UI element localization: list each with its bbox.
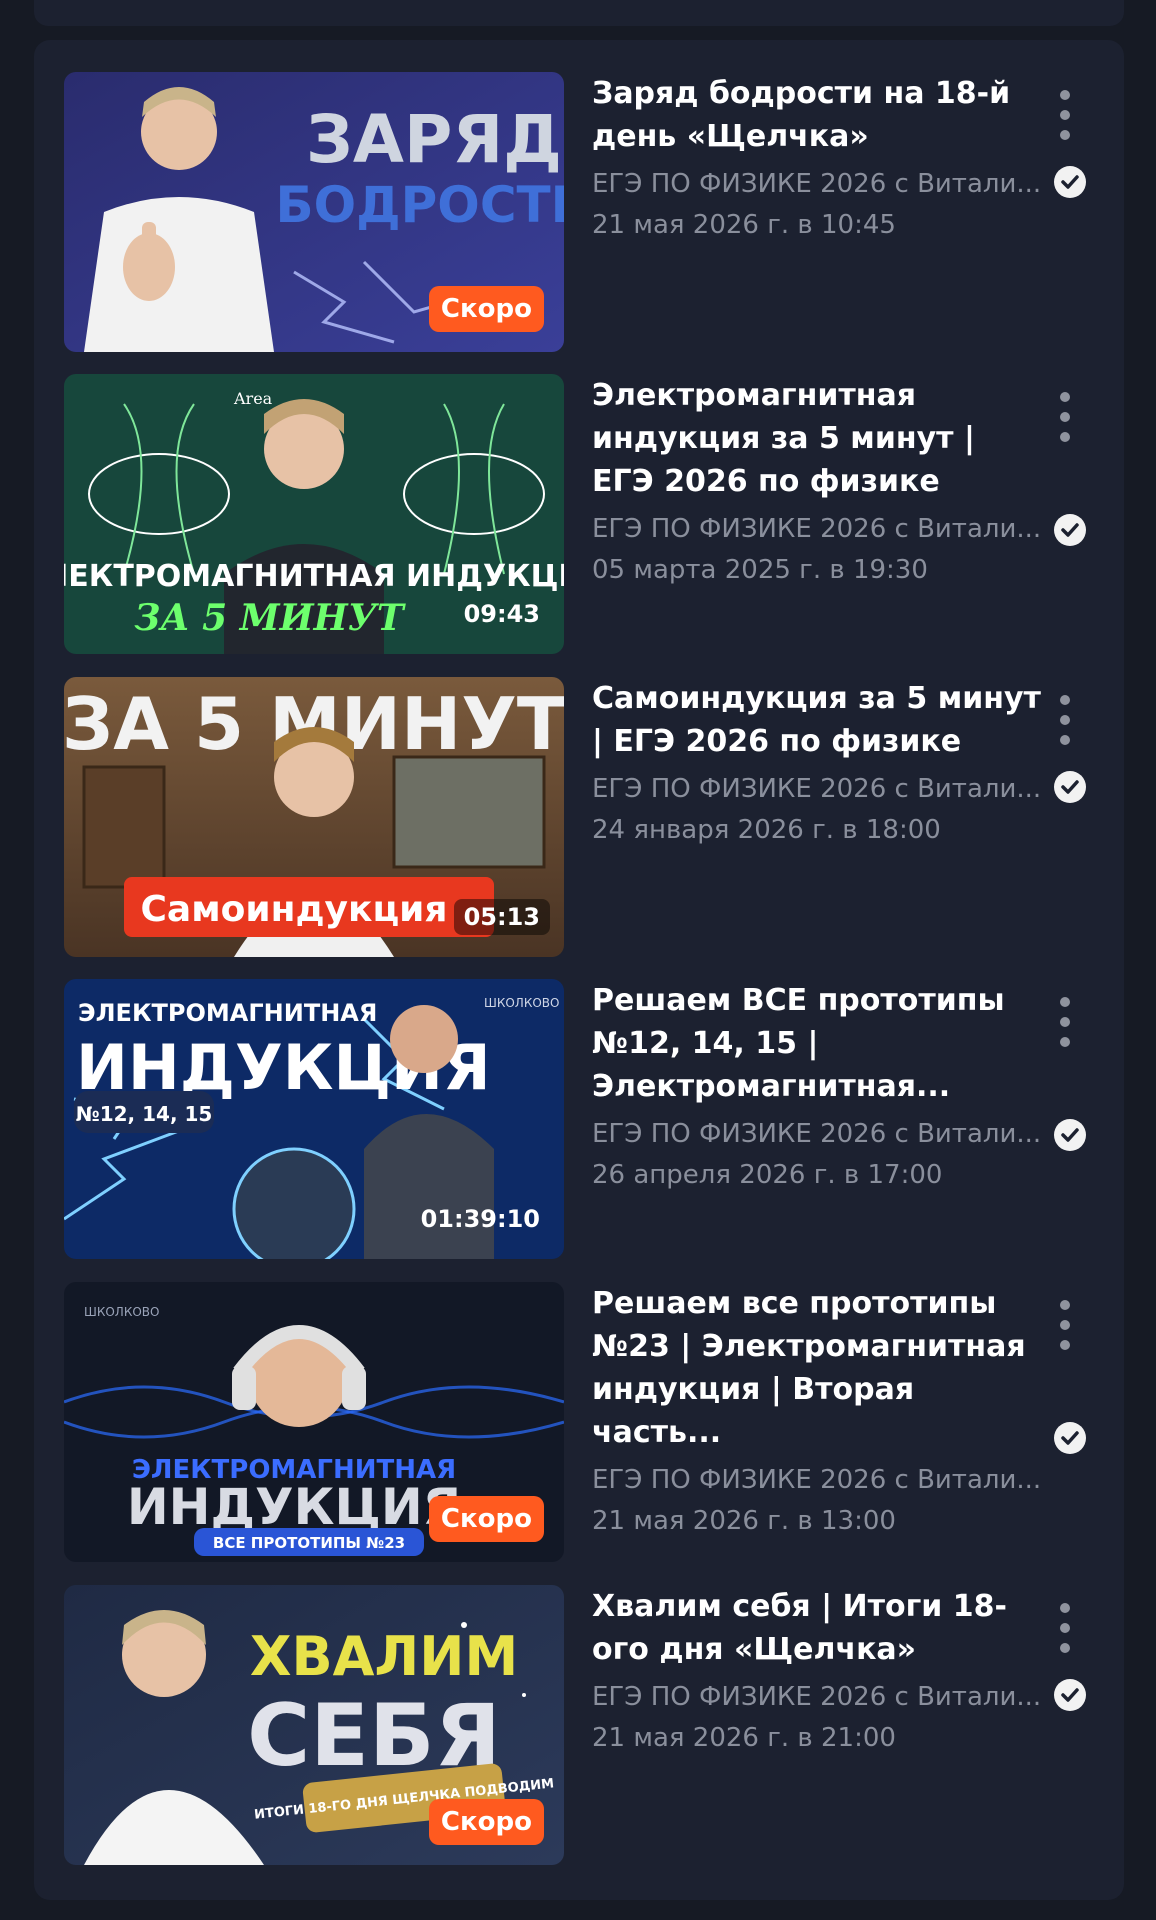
channel-name[interactable]: ЕГЭ ПО ФИЗИКЕ 2026 с Витали... [592,509,1042,549]
video-title[interactable]: Решаем все прототипы №23 | Электромагнит… [592,1282,1042,1454]
thumbnail-text: ЗА 5 МИНУТ [134,597,405,639]
status-badge: Скоро [428,286,544,332]
video-thumbnail[interactable]: Area ЭЛЕКТРОМАГНИТНАЯ ИНДУКЦИЯ ЗА 5 МИНУ… [64,374,564,654]
video-title[interactable]: Электромагнитная индукция за 5 минут | Е… [592,374,1042,503]
duration-badge: 01:39:10 [420,1205,540,1233]
publish-date: 24 января 2026 г. в 18:00 [592,815,941,845]
thumbnail-text: ЭЛЕКТРОМАГНИТНАЯ ИНДУКЦИЯ [64,559,564,594]
more-options-icon[interactable] [1052,1300,1078,1350]
channel-name[interactable]: ЕГЭ ПО ФИЗИКЕ 2026 с Витали... [592,1460,1042,1500]
video-item-2[interactable]: Area ЭЛЕКТРОМАГНИТНАЯ ИНДУКЦИЯ ЗА 5 МИНУ… [64,374,1124,654]
channel-name[interactable]: ЕГЭ ПО ФИЗИКЕ 2026 с Витали... [592,769,1042,809]
more-options-icon[interactable] [1052,695,1078,745]
video-item-4[interactable]: ЭЛЕКТРОМАГНИТНАЯ ИНДУКЦИЯ №12, 14, 15 ШК… [64,979,1124,1259]
publish-date: 21 мая 2026 г. в 10:45 [592,210,896,240]
verified-check-icon [1054,1119,1086,1151]
more-options-icon[interactable] [1052,90,1078,140]
duration-badge: 09:43 [463,600,540,628]
publish-date: 26 апреля 2026 г. в 17:00 [592,1160,943,1190]
channel-name[interactable]: ЕГЭ ПО ФИЗИКЕ 2026 с Витали... [592,1677,1042,1717]
video-thumbnail[interactable]: ХВАЛИМ СЕБЯ ИТОГИ 18-ГО ДНЯ ЩЕЛЧКА ПОДВО… [64,1585,564,1865]
video-meta: Самоиндукция за 5 минут | ЕГЭ 2026 по фи… [592,677,1042,851]
verified-check-icon [1054,1422,1086,1454]
thumbnail-text: ХВАЛИМ [250,1625,518,1688]
thumbnail-text: Самоиндукция [141,889,448,930]
channel-name[interactable]: ЕГЭ ПО ФИЗИКЕ 2026 с Витали... [592,1114,1042,1154]
thumbnail-text: ИНДУКЦИЯ [127,1478,461,1536]
video-meta: Хвалим себя | Итоги 18-ого дня «Щелчка» … [592,1585,1042,1759]
video-title[interactable]: Хвалим себя | Итоги 18-ого дня «Щелчка» [592,1585,1042,1671]
video-meta: Электромагнитная индукция за 5 минут | Е… [592,374,1042,591]
video-thumbnail[interactable]: ЭЛЕКТРОМАГНИТНАЯ ИНДУКЦИЯ №12, 14, 15 ШК… [64,979,564,1259]
video-item-5[interactable]: ШКОЛКОВО ЭЛЕКТРОМАГНИТНАЯ ИНДУКЦИЯ ВСЕ П… [64,1282,1124,1562]
video-meta: Решаем ВСЕ прототипы №12, 14, 15 | Элект… [592,979,1042,1196]
status-badge: Скоро [428,1496,544,1542]
video-meta: Заряд бодрости на 18-й день «Щелчка» ЕГЭ… [592,72,1042,246]
thumbnail-text: №12, 14, 15 [76,1102,213,1126]
verified-check-icon [1054,771,1086,803]
duration-badge: 05:13 [453,899,550,935]
video-item-3[interactable]: ЗА 5 МИНУТ Самоиндукция 05:13 Самоиндукц… [64,677,1124,957]
video-title[interactable]: Решаем ВСЕ прототипы №12, 14, 15 | Элект… [592,979,1042,1108]
thumbnail-logo: ШКОЛКОВО [484,996,559,1010]
video-thumbnail[interactable]: ШКОЛКОВО ЭЛЕКТРОМАГНИТНАЯ ИНДУКЦИЯ ВСЕ П… [64,1282,564,1562]
publish-date: 21 мая 2026 г. в 13:00 [592,1506,896,1536]
thumbnail-text: ВСЕ ПРОТОТИПЫ №23 [213,1534,405,1552]
status-badge: Скоро [428,1799,544,1845]
video-thumbnail[interactable]: ЗА 5 МИНУТ Самоиндукция 05:13 [64,677,564,957]
thumbnail-text: ЭЛЕКТРОМАГНИТНАЯ [78,999,377,1027]
video-meta: Решаем все прототипы №23 | Электромагнит… [592,1282,1042,1542]
verified-check-icon [1054,514,1086,546]
verified-check-icon [1054,1679,1086,1711]
video-title[interactable]: Самоиндукция за 5 минут | ЕГЭ 2026 по фи… [592,677,1042,763]
thumbnail-logo: ШКОЛКОВО [84,1305,159,1319]
thumbnail-text: БОДРОСТИ [276,176,564,234]
previous-card-edge [34,0,1124,26]
video-title[interactable]: Заряд бодрости на 18-й день «Щелчка» [592,72,1042,158]
video-item-1[interactable]: ЗАРЯД БОДРОСТИ Скоро Заряд бодрости на 1… [64,72,1124,352]
thumbnail-text: ЗАРЯД [306,101,562,178]
more-options-icon[interactable] [1052,392,1078,442]
video-thumbnail[interactable]: ЗАРЯД БОДРОСТИ Скоро [64,72,564,352]
channel-name[interactable]: ЕГЭ ПО ФИЗИКЕ 2026 с Витали... [592,164,1042,204]
publish-date: 05 марта 2025 г. в 19:30 [592,555,928,585]
publish-date: 21 мая 2026 г. в 21:00 [592,1723,896,1753]
verified-check-icon [1054,166,1086,198]
more-options-icon[interactable] [1052,1603,1078,1653]
more-options-icon[interactable] [1052,997,1078,1047]
thumbnail-text: Area [233,389,273,408]
video-item-6[interactable]: ХВАЛИМ СЕБЯ ИТОГИ 18-ГО ДНЯ ЩЕЛЧКА ПОДВО… [64,1585,1124,1865]
